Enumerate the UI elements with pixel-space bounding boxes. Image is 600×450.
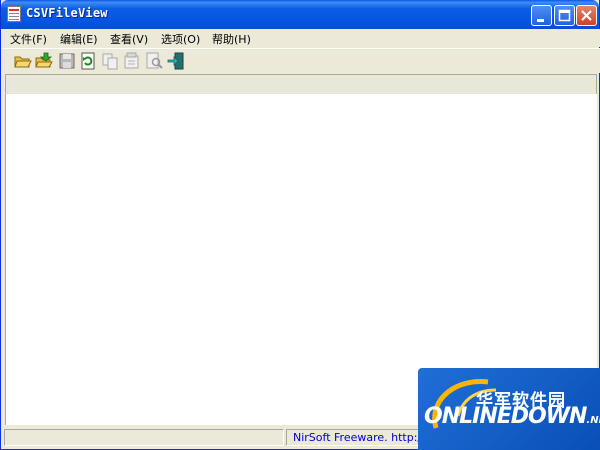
minimize-button[interactable]: [531, 5, 552, 26]
open-file-icon[interactable]: [35, 52, 53, 70]
title-bar[interactable]: CSVFileView: [1, 0, 599, 29]
watermark-en-text: ONLINEDOWN.NET: [424, 404, 600, 429]
watermark-en-main: ONLINEDOWN: [424, 404, 587, 429]
minimize-icon: [537, 19, 544, 22]
app-icon: [7, 6, 21, 22]
menu-file[interactable]: 文件(F): [10, 31, 47, 47]
copy-icon[interactable]: [101, 52, 119, 70]
onlinedown-watermark: 华军软件园 ONLINEDOWN.NET: [418, 368, 600, 450]
refresh-icon[interactable]: [79, 52, 97, 70]
watermark-net-suffix: .NET: [586, 415, 600, 426]
status-panel-left: [4, 429, 284, 446]
menu-edit[interactable]: 编辑(E): [60, 31, 98, 47]
maximize-icon: [558, 9, 571, 22]
properties-icon[interactable]: [123, 52, 141, 70]
save-icon[interactable]: [58, 52, 76, 70]
find-icon[interactable]: [145, 52, 163, 70]
menu-view[interactable]: 查看(V): [110, 31, 148, 47]
maximize-button[interactable]: [554, 5, 575, 26]
menu-bar: 文件(F) 编辑(E) 查看(V) 选项(O) 帮助(H): [2, 29, 600, 47]
window-title: CSVFileView: [26, 6, 108, 20]
open-folder-icon[interactable]: [14, 52, 32, 70]
menu-help[interactable]: 帮助(H): [212, 31, 251, 47]
menu-options[interactable]: 选项(O): [161, 31, 200, 47]
toolbar: [2, 48, 600, 73]
list-header[interactable]: [5, 74, 597, 94]
close-icon: [581, 10, 592, 21]
close-button[interactable]: [576, 5, 597, 26]
exit-icon[interactable]: [167, 52, 185, 70]
nirsoft-credit-link[interactable]: NirSoft Freeware. http://w: [293, 431, 434, 444]
